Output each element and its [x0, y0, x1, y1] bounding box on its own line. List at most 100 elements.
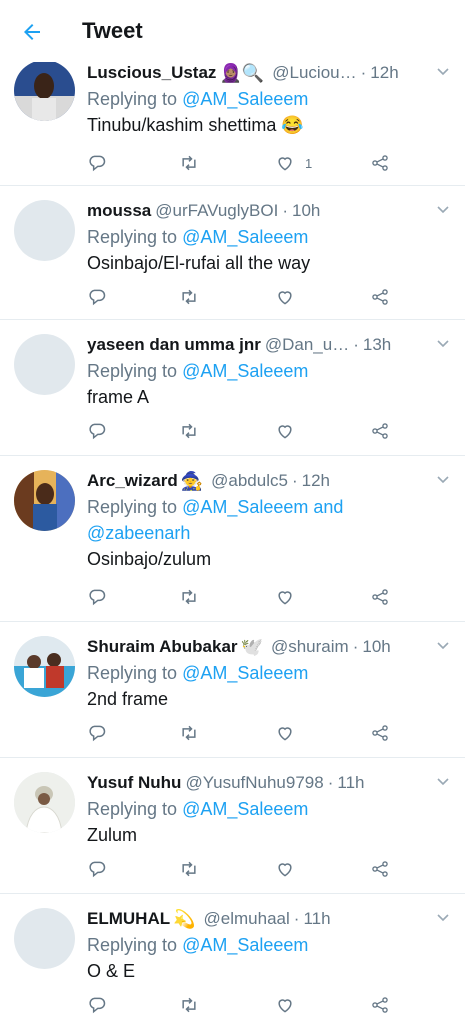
mention-link[interactable]: @AM_Saleeem	[182, 663, 308, 683]
display-name[interactable]: Arc_wizard	[87, 471, 178, 491]
reply-button[interactable]	[87, 286, 107, 308]
share-icon	[372, 725, 388, 741]
mention-link[interactable]: @AM_Saleeem	[182, 227, 308, 247]
retweet-icon	[182, 289, 196, 305]
retweet-icon	[182, 423, 196, 439]
chevron-down-icon[interactable]	[435, 638, 451, 654]
like-button[interactable]: 1	[275, 152, 312, 174]
display-name[interactable]: moussa	[87, 201, 151, 221]
display-name[interactable]: Yusuf Nuhu	[87, 773, 181, 793]
mention-link[interactable]: @AM_Saleeem	[182, 799, 308, 819]
share-button[interactable]	[370, 420, 390, 442]
replying-to-more: @zabeenarh	[87, 520, 451, 546]
like-button[interactable]	[275, 858, 295, 880]
avatar[interactable]	[14, 636, 75, 697]
mention-link[interactable]: @AM_Saleeem	[182, 361, 308, 381]
retweet-button[interactable]	[179, 152, 199, 174]
tweet[interactable]: Shuraim Abubakar 🕊️ @shuraim · 10h Reply…	[0, 622, 465, 758]
share-icon	[372, 423, 388, 439]
reply-list: Luscious_Ustaz 🧕🏽🔍 @Luciou… · 12h Replyi…	[0, 52, 465, 1024]
reply-button[interactable]	[87, 152, 107, 174]
like-button[interactable]	[275, 994, 295, 1016]
like-icon	[278, 291, 292, 305]
share-button[interactable]	[370, 152, 390, 174]
like-button[interactable]	[275, 722, 295, 744]
share-button[interactable]	[370, 858, 390, 880]
user-handle[interactable]: @Dan_u…	[265, 335, 349, 355]
chevron-down-icon[interactable]	[435, 910, 451, 926]
user-handle[interactable]: @shuraim	[271, 637, 349, 657]
mention-link[interactable]: @AM_Saleeem	[182, 89, 308, 109]
reply-button[interactable]	[87, 420, 107, 442]
chevron-down-icon[interactable]	[435, 774, 451, 790]
tweet-actions	[87, 994, 390, 1018]
like-button[interactable]	[275, 420, 295, 442]
back-button[interactable]	[16, 16, 48, 48]
user-handle[interactable]: @YusufNuhu9798	[185, 773, 323, 793]
display-name[interactable]: ELMUHAL	[87, 909, 170, 929]
avatar-photo	[14, 470, 75, 531]
retweet-button[interactable]	[179, 858, 199, 880]
timestamp: 12h	[301, 471, 330, 490]
tweet[interactable]: Yusuf Nuhu @YusufNuhu9798 · 11h Replying…	[0, 758, 465, 894]
tweet-text: frame A	[87, 387, 150, 407]
share-button[interactable]	[370, 586, 390, 608]
chevron-down-icon[interactable]	[435, 64, 451, 80]
avatar[interactable]	[14, 60, 75, 121]
reply-icon	[89, 423, 106, 440]
chevron-down-icon[interactable]	[435, 202, 451, 218]
avatar[interactable]	[14, 200, 75, 261]
reply-icon	[89, 589, 106, 606]
tweet-header: Arc_wizard 🧙 @abdulc5 · 12h	[87, 470, 330, 491]
display-name[interactable]: Luscious_Ustaz	[87, 63, 216, 83]
avatar[interactable]	[14, 334, 75, 395]
share-icon	[372, 861, 388, 877]
reply-icon	[89, 725, 106, 742]
timestamp: 10h	[362, 637, 391, 656]
retweet-button[interactable]	[179, 420, 199, 442]
retweet-button[interactable]	[179, 586, 199, 608]
avatar-photo	[14, 772, 75, 833]
avatar[interactable]	[14, 772, 75, 833]
share-icon	[372, 289, 388, 305]
mention-link[interactable]: @AM_Saleeem	[182, 935, 308, 955]
share-button[interactable]	[370, 994, 390, 1016]
tweet-actions: 1	[87, 152, 390, 176]
page-title: Tweet	[82, 18, 143, 43]
replying-to: Replying to @AM_Saleeem	[87, 227, 309, 247]
like-button[interactable]	[275, 586, 295, 608]
mention-link[interactable]: @zabeenarh	[87, 523, 190, 543]
user-handle[interactable]: @urFAVuglyBOI	[155, 201, 278, 221]
reply-button[interactable]	[87, 994, 107, 1016]
tweet[interactable]: Luscious_Ustaz 🧕🏽🔍 @Luciou… · 12h Replyi…	[0, 52, 465, 186]
reply-button[interactable]	[87, 858, 107, 880]
share-button[interactable]	[370, 286, 390, 308]
tweet-header: Luscious_Ustaz 🧕🏽🔍 @Luciou… · 12h	[87, 62, 399, 83]
chevron-down-icon[interactable]	[435, 472, 451, 488]
display-name[interactable]: Shuraim Abubakar	[87, 637, 238, 657]
reply-button[interactable]	[87, 722, 107, 744]
avatar[interactable]	[14, 470, 75, 531]
retweet-button[interactable]	[179, 286, 199, 308]
user-handle[interactable]: @abdulc5	[211, 471, 288, 491]
user-handle[interactable]: @Luciou…	[272, 63, 356, 83]
tweet[interactable]: yaseen dan umma jnr @Dan_u… · 13h Replyi…	[0, 320, 465, 456]
tweet[interactable]: moussa @urFAVuglyBOI · 10h Replying to @…	[0, 186, 465, 320]
reply-icon	[89, 861, 106, 878]
avatar[interactable]	[14, 908, 75, 969]
share-button[interactable]	[370, 722, 390, 744]
tweet[interactable]: ELMUHAL 💫 @elmuhaal · 11h Replying to @A…	[0, 894, 465, 1024]
retweet-button[interactable]	[179, 722, 199, 744]
user-handle[interactable]: @elmuhaal	[204, 909, 290, 929]
tweet-text: O & E	[87, 961, 136, 981]
retweet-icon	[182, 725, 196, 741]
retweet-button[interactable]	[179, 994, 199, 1016]
tweet-actions	[87, 858, 390, 882]
tweet[interactable]: Arc_wizard 🧙 @abdulc5 · 12h Replying to …	[0, 456, 465, 622]
mention-link[interactable]: @AM_Saleeem and	[182, 497, 343, 517]
display-name[interactable]: yaseen dan umma jnr	[87, 335, 261, 355]
share-icon	[372, 997, 388, 1013]
reply-button[interactable]	[87, 586, 107, 608]
chevron-down-icon[interactable]	[435, 336, 451, 352]
like-button[interactable]	[275, 286, 295, 308]
